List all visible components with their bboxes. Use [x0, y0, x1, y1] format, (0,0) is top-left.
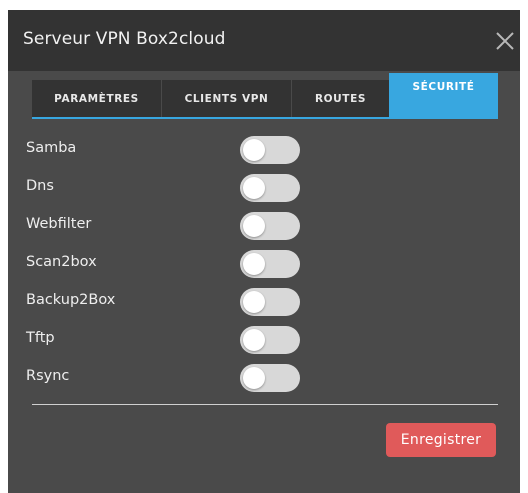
setting-label: Scan2box	[26, 254, 97, 270]
toggle-knob	[243, 253, 265, 275]
tab-parametres[interactable]: PARAMÈTRES	[32, 80, 162, 117]
setting-row-tftp: Tftp	[26, 326, 316, 356]
rsync-toggle[interactable]	[240, 364, 300, 392]
tab-securite[interactable]: SÉCURITÉ	[389, 73, 498, 117]
setting-row-samba: Samba	[26, 136, 316, 166]
footer-divider	[32, 404, 498, 405]
dialog-header: Serveur VPN Box2cloud	[8, 10, 520, 71]
tftp-toggle[interactable]	[240, 326, 300, 354]
setting-row-webfilter: Webfilter	[26, 212, 316, 242]
setting-label: Dns	[26, 178, 54, 194]
toggle-knob	[243, 329, 265, 351]
setting-row-backup2box: Backup2Box	[26, 288, 316, 318]
close-icon[interactable]	[494, 30, 516, 52]
setting-label: Samba	[26, 140, 77, 156]
setting-label: Webfilter	[26, 216, 92, 232]
tab-underline	[32, 117, 498, 119]
vpn-settings-dialog: Serveur VPN Box2cloud PARAMÈTRES CLIENTS…	[8, 10, 520, 493]
setting-label: Tftp	[26, 330, 55, 346]
toggle-knob	[243, 177, 265, 199]
close-icon-glyph	[496, 32, 514, 50]
setting-row-dns: Dns	[26, 174, 316, 204]
setting-label: Backup2Box	[26, 292, 116, 308]
toggle-knob	[243, 367, 265, 389]
toggle-knob	[243, 139, 265, 161]
backup2box-toggle[interactable]	[240, 288, 300, 316]
dns-toggle[interactable]	[240, 174, 300, 202]
tab-routes[interactable]: ROUTES	[292, 80, 389, 117]
setting-row-scan2box: Scan2box	[26, 250, 316, 280]
tab-bar: PARAMÈTRES CLIENTS VPN ROUTES SÉCURITÉ	[32, 73, 508, 119]
webfilter-toggle[interactable]	[240, 212, 300, 240]
setting-row-rsync: Rsync	[26, 364, 316, 394]
tab-clients-vpn[interactable]: CLIENTS VPN	[162, 80, 292, 117]
setting-label: Rsync	[26, 368, 70, 384]
toggle-knob	[243, 215, 265, 237]
save-button[interactable]: Enregistrer	[386, 423, 496, 457]
toggle-knob	[243, 291, 265, 313]
samba-toggle[interactable]	[240, 136, 300, 164]
scan2box-toggle[interactable]	[240, 250, 300, 278]
dialog-title: Serveur VPN Box2cloud	[23, 29, 226, 49]
